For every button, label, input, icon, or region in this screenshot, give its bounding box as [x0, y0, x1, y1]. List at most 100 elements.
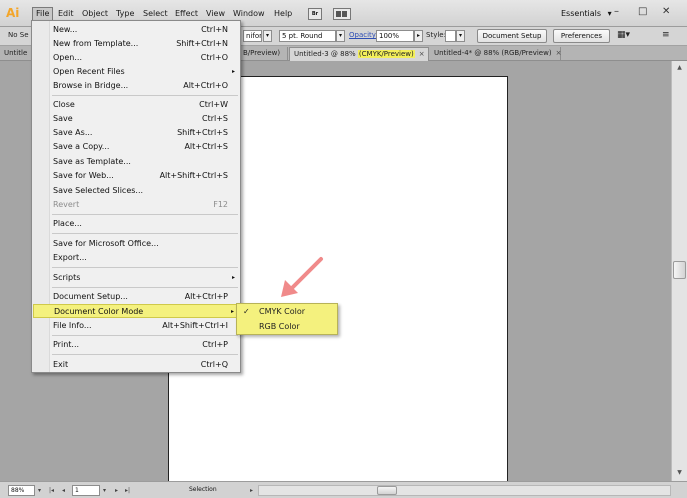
annotation-arrow-icon: [281, 257, 323, 297]
close-window-button[interactable]: ✕: [662, 6, 670, 17]
menu-item-exit[interactable]: Exit Ctrl+Q: [33, 358, 240, 372]
scroll-up-icon[interactable]: ▲: [674, 63, 685, 73]
menu-item-label: File Info...: [53, 321, 92, 330]
menu-item-label: Save for Web...: [53, 171, 114, 180]
menu-file[interactable]: File: [32, 7, 54, 21]
chevron-down-icon[interactable]: ▾: [456, 30, 465, 42]
menu-item-save-as-template[interactable]: Save as Template...: [33, 155, 240, 169]
menu-item-open[interactable]: Open... Ctrl+O: [33, 51, 240, 65]
menu-view[interactable]: View: [203, 7, 228, 21]
opacity-input[interactable]: 100%: [376, 30, 414, 42]
tab-title: Untitled-3 @ 88%: [294, 50, 358, 58]
menu-item-label: New from Template...: [53, 39, 139, 48]
menu-item-shortcut: Alt+Ctrl+O: [183, 81, 228, 90]
tab-untitled-3[interactable]: Untitled-3 @ 88% (CMYK/Preview) ×: [289, 47, 429, 61]
scroll-thumb[interactable]: [377, 486, 397, 495]
style-swatch[interactable]: [445, 30, 456, 42]
menu-item-save-for-web[interactable]: Save for Web... Alt+Shift+Ctrl+S: [33, 169, 240, 183]
menu-item-close[interactable]: Close Ctrl+W: [33, 98, 240, 112]
panel-menu-icon[interactable]: ≡: [662, 30, 670, 40]
chevron-down-icon[interactable]: ▾: [100, 485, 109, 496]
menu-item-save[interactable]: Save Ctrl+S: [33, 112, 240, 126]
workspace-switcher[interactable]: Essentials ▾: [561, 9, 612, 18]
tab-untitled-4[interactable]: Untitled-4* @ 88% (RGB/Preview) ×: [430, 47, 561, 61]
brush-definition-select[interactable]: 5 pt. Round: [279, 30, 336, 42]
menu-item-shortcut: Shift+Ctrl+S: [177, 128, 228, 137]
menu-item-scripts[interactable]: Scripts ▸: [33, 271, 240, 285]
close-icon[interactable]: ×: [556, 47, 562, 60]
app-logo: Ai: [6, 6, 20, 20]
arrange-icon[interactable]: ▦▾: [617, 30, 630, 40]
menu-item-shortcut: Ctrl+P: [202, 340, 228, 349]
menu-item-shortcut: Alt+Shift+Ctrl+I: [162, 321, 228, 330]
tab-untitled-2[interactable]: B/Preview): [239, 47, 288, 61]
chevron-right-icon[interactable]: ▸: [414, 30, 423, 42]
last-artboard-icon[interactable]: ▸|: [123, 485, 132, 496]
chevron-down-icon[interactable]: ▾: [35, 485, 44, 496]
submenu-item-rgb-color[interactable]: RGB Color: [238, 320, 337, 334]
first-artboard-icon[interactable]: |◂: [47, 485, 56, 496]
maximize-button[interactable]: □: [638, 6, 647, 17]
menu-item-save-selected-slices[interactable]: Save Selected Slices...: [33, 184, 240, 198]
preferences-button[interactable]: Preferences: [553, 29, 610, 43]
menu-window[interactable]: Window: [230, 7, 268, 21]
menu-item-label: Browse in Bridge...: [53, 81, 129, 90]
menu-separator: [52, 233, 238, 234]
minimize-button[interactable]: –: [614, 6, 619, 17]
chevron-right-icon[interactable]: ▸: [247, 485, 256, 496]
tab-title: Untitled-4* @ 88% (RGB/Preview): [434, 49, 552, 57]
menu-item-place[interactable]: Place...: [33, 217, 240, 231]
file-menu-dropdown: New... Ctrl+N New from Template... Shift+C…: [31, 20, 241, 373]
menu-item-shortcut: Alt+Ctrl+S: [184, 142, 228, 151]
menu-object[interactable]: Object: [79, 7, 111, 21]
menu-item-label: Close: [53, 100, 75, 109]
menu-item-label: Open...: [53, 53, 82, 62]
menu-item-print[interactable]: Print... Ctrl+P: [33, 338, 240, 352]
document-setup-button[interactable]: Document Setup: [477, 29, 547, 43]
menu-item-label: Save As...: [53, 128, 93, 137]
zoom-input[interactable]: 88%: [8, 485, 35, 496]
scroll-down-icon[interactable]: ▼: [674, 468, 685, 478]
menu-item-new-from-template[interactable]: New from Template... Shift+Ctrl+N: [33, 37, 240, 51]
bridge-icon[interactable]: Br: [308, 8, 322, 20]
chevron-down-icon: ▾: [607, 9, 612, 18]
menu-item-label: Save Selected Slices...: [53, 186, 144, 195]
submenu-item-cmyk-color[interactable]: ✓ CMYK Color: [238, 305, 337, 319]
opacity-link[interactable]: Opacity:: [349, 31, 378, 39]
menu-item-label: Document Setup...: [53, 292, 128, 301]
menu-item-file-info[interactable]: File Info... Alt+Shift+Ctrl+I: [33, 319, 240, 333]
menu-item-shortcut: Alt+Shift+Ctrl+S: [159, 171, 228, 180]
menu-item-save-as[interactable]: Save As... Shift+Ctrl+S: [33, 126, 240, 140]
chevron-down-icon[interactable]: ▾: [336, 30, 345, 42]
menu-item-save-for-office[interactable]: Save for Microsoft Office...: [33, 237, 240, 251]
selection-status: No Se: [8, 31, 29, 39]
menu-type[interactable]: Type: [113, 7, 137, 21]
menu-item-revert: Revert F12: [33, 198, 240, 212]
menu-item-save-a-copy[interactable]: Save a Copy... Alt+Ctrl+S: [33, 140, 240, 154]
menu-item-label: Save as Template...: [53, 157, 131, 166]
menu-separator: [52, 335, 238, 336]
previous-artboard-icon[interactable]: ◂: [59, 485, 68, 496]
menu-item-document-color-mode[interactable]: Document Color Mode ▸: [33, 304, 240, 318]
chevron-down-icon[interactable]: ▾: [263, 30, 272, 42]
menu-item-new[interactable]: New... Ctrl+N: [33, 23, 240, 37]
menu-item-open-recent[interactable]: Open Recent Files ▸: [33, 65, 240, 79]
menu-item-export[interactable]: Export...: [33, 251, 240, 265]
horizontal-scrollbar[interactable]: [258, 485, 671, 496]
menu-edit[interactable]: Edit: [55, 7, 77, 21]
vertical-scrollbar[interactable]: ▲ ▼: [671, 61, 687, 481]
artboard-number-input[interactable]: 1: [72, 485, 100, 496]
menu-item-label: Scripts: [53, 273, 81, 282]
next-artboard-icon[interactable]: ▸: [112, 485, 121, 496]
scroll-thumb[interactable]: [673, 261, 686, 279]
arrange-documents-icon[interactable]: [333, 8, 351, 20]
menu-item-document-setup[interactable]: Document Setup... Alt+Ctrl+P: [33, 290, 240, 304]
menu-separator: [52, 214, 238, 215]
menu-effect[interactable]: Effect: [172, 7, 201, 21]
menu-help[interactable]: Help: [271, 7, 295, 21]
close-icon[interactable]: ×: [419, 48, 425, 61]
variable-width-select[interactable]: niform: [243, 30, 262, 42]
menu-item-browse-in-bridge[interactable]: Browse in Bridge... Alt+Ctrl+O: [33, 79, 240, 93]
current-tool-status[interactable]: Selection: [189, 486, 217, 493]
menu-select[interactable]: Select: [140, 7, 171, 21]
